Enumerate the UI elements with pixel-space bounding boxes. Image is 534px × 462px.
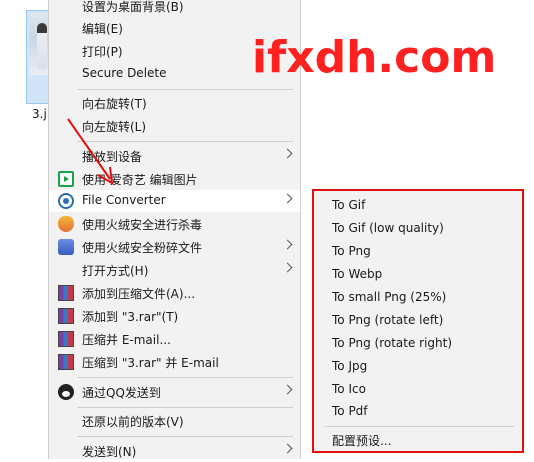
submenu-item-label: To Jpg: [332, 359, 368, 373]
menu-item-rotate-right[interactable]: 向右旋转(T): [49, 92, 300, 114]
thumbnail-figure: [37, 23, 47, 69]
submenu-item-label: To Png (rotate right): [332, 336, 453, 350]
submenu-item-to-jpg[interactable]: To Jpg: [314, 356, 522, 378]
submenu-item-label: 配置预设...: [332, 434, 392, 448]
menu-item-label: 压缩到 "3.rar" 并 E-mail: [82, 356, 219, 370]
submenu-item-label: To Webp: [332, 267, 383, 281]
submenu-arrow-icon: [282, 193, 293, 204]
menu-item-restore-previous[interactable]: 还原以前的版本(V): [49, 410, 300, 432]
menu-item-add-to-rar[interactable]: 添加到 "3.rar"(T): [49, 305, 300, 327]
menu-item-compress-rar-email[interactable]: 压缩到 "3.rar" 并 E-mail: [49, 351, 300, 373]
menu-item-label: 打印(P): [82, 45, 123, 59]
menu-separator: [77, 89, 293, 90]
submenu-item-label: To Pdf: [332, 404, 368, 418]
image-thumbnail: [29, 13, 49, 75]
menu-item-label: 设置为桌面背景(B): [82, 0, 184, 14]
submenu-item-label: To Png (rotate left): [332, 313, 444, 327]
submenu-item-label: To small Png (25%): [332, 290, 447, 304]
menu-item-label: 向右旋转(T): [82, 97, 147, 111]
winrar-icon: [58, 308, 74, 324]
submenu-item-label: To Gif: [332, 198, 366, 212]
submenu-separator: [324, 426, 514, 427]
submenu-item-to-png[interactable]: To Png: [314, 241, 522, 263]
submenu-item-to-ico[interactable]: To Ico: [314, 379, 522, 401]
menu-item-label: Secure Delete: [82, 66, 167, 80]
menu-item-label: 添加到 "3.rar"(T): [82, 310, 179, 324]
winrar-icon: [58, 285, 74, 301]
submenu-item-label: To Png: [332, 244, 371, 258]
submenu-item-to-png-rotate-left[interactable]: To Png (rotate left): [314, 310, 522, 332]
submenu-item-to-gif-low[interactable]: To Gif (low quality): [314, 218, 522, 240]
submenu-arrow-icon: [282, 262, 293, 273]
qq-icon: [58, 384, 74, 400]
file-converter-submenu: To Gif To Gif (low quality) To Png To We…: [312, 189, 524, 453]
submenu-item-to-small-png[interactable]: To small Png (25%): [314, 287, 522, 309]
menu-item-label: 添加到压缩文件(A)...: [82, 287, 196, 301]
menu-separator: [77, 436, 293, 437]
winrar-icon: [58, 354, 74, 370]
menu-item-add-to-archive[interactable]: 添加到压缩文件(A)...: [49, 282, 300, 304]
huorong-shred-icon: [58, 239, 74, 255]
menu-separator: [77, 407, 293, 408]
menu-item-label: File Converter: [82, 193, 166, 207]
submenu-item-label: To Ico: [332, 382, 366, 396]
submenu-item-to-webp[interactable]: To Webp: [314, 264, 522, 286]
menu-item-compress-email[interactable]: 压缩并 E-mail...: [49, 328, 300, 350]
menu-item-label: 发送到(N): [82, 445, 137, 459]
file-converter-icon: [58, 193, 74, 209]
menu-item-label: 打开方式(H): [82, 264, 149, 278]
submenu-arrow-icon: [282, 384, 293, 395]
menu-item-set-wallpaper[interactable]: 设置为桌面背景(B): [49, 0, 300, 17]
menu-item-send-via-qq[interactable]: 通过QQ发送到: [49, 381, 300, 403]
menu-item-open-with[interactable]: 打开方式(H): [49, 259, 300, 281]
menu-item-label: 使用火绒安全进行杀毒: [82, 218, 203, 232]
menu-separator: [77, 377, 293, 378]
menu-item-label: 通过QQ发送到: [82, 386, 161, 400]
submenu-item-to-gif[interactable]: To Gif: [314, 195, 522, 217]
watermark-text: ifxdh.com: [252, 32, 497, 83]
menu-item-label: 使用火绒安全粉碎文件: [82, 241, 203, 255]
annotation-arrow-icon: [67, 118, 114, 185]
menu-item-label: 编辑(E): [82, 22, 123, 36]
menu-item-label: 还原以前的版本(V): [82, 415, 184, 429]
submenu-arrow-icon: [282, 239, 293, 250]
submenu-item-to-png-rotate-right[interactable]: To Png (rotate right): [314, 333, 522, 355]
submenu-arrow-icon: [282, 443, 293, 454]
desktop-area: 3.j: [0, 0, 49, 459]
submenu-item-label: To Gif (low quality): [332, 221, 444, 235]
winrar-icon: [58, 331, 74, 347]
huorong-shield-icon: [58, 216, 74, 232]
submenu-item-to-pdf[interactable]: To Pdf: [314, 401, 522, 423]
menu-item-huorong-scan[interactable]: 使用火绒安全进行杀毒: [49, 213, 300, 235]
menu-item-label: 压缩并 E-mail...: [82, 333, 171, 347]
file-name-label: 3.j: [32, 107, 47, 121]
submenu-arrow-icon: [282, 148, 293, 159]
submenu-item-configure-presets[interactable]: 配置预设...: [314, 429, 522, 451]
menu-item-huorong-shred[interactable]: 使用火绒安全粉碎文件: [49, 236, 300, 258]
file-thumbnail[interactable]: [26, 10, 49, 104]
